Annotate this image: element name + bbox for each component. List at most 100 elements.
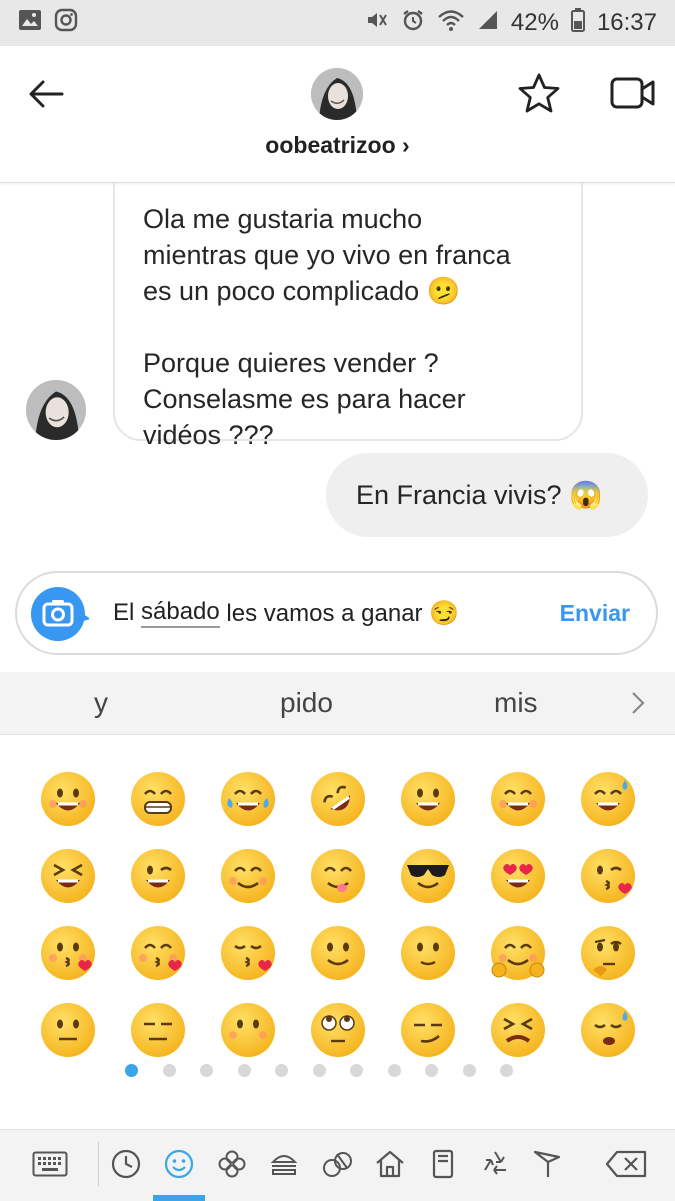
backspace-icon[interactable]	[604, 1146, 648, 1182]
page-indicator-dot[interactable]	[425, 1064, 438, 1077]
chevron-right-icon: ›	[402, 132, 410, 158]
input-text: El	[113, 599, 142, 626]
input-text-underlined: sábado	[141, 598, 220, 628]
suggestion-item[interactable]: y	[94, 672, 108, 734]
emoji-hugging[interactable]	[489, 924, 547, 982]
clock-icon[interactable]	[108, 1146, 144, 1182]
emoji-kissing[interactable]	[39, 924, 97, 982]
emoji-persevere[interactable]	[489, 1001, 547, 1059]
page-indicator-dot[interactable]	[125, 1064, 138, 1077]
clock-time: 16:37	[596, 9, 657, 36]
page-indicator-dot[interactable]	[237, 1064, 251, 1077]
message-input[interactable]: El sábado les vamos a ganar 😏	[113, 573, 459, 653]
emoji-keyboard: y pido mis	[0, 672, 675, 1201]
keyboard-icon[interactable]	[30, 1146, 70, 1182]
emoji-neutral[interactable]	[39, 1001, 97, 1059]
outgoing-message-text: En Francia vivis? 😱	[356, 480, 603, 510]
message-line: vidéos ???	[143, 420, 274, 450]
camera-icon	[30, 587, 91, 641]
chat-username[interactable]: oobeatrizoo ›	[0, 132, 675, 159]
emoji-laughing[interactable]	[39, 847, 97, 905]
message-line: Ola me gustaria mucho	[143, 204, 423, 234]
mute-icon	[365, 8, 389, 39]
suggestion-item[interactable]: mis	[494, 672, 538, 734]
emoji-smile[interactable]	[489, 770, 547, 828]
page-indicator-dot[interactable]	[312, 1064, 326, 1077]
video-call-button[interactable]	[608, 68, 658, 118]
emoji-expressionless[interactable]	[129, 1001, 187, 1059]
wifi-icon	[437, 8, 465, 39]
emoji-smiley-plain[interactable]	[399, 924, 457, 982]
battery-icon	[570, 7, 585, 39]
house-icon[interactable]	[372, 1146, 408, 1182]
input-text: les vamos a ganar 😏	[219, 599, 460, 627]
camera-button[interactable]	[27, 583, 91, 645]
suggestion-item[interactable]: pido	[280, 672, 333, 734]
emoji-sweat-smile[interactable]	[579, 770, 637, 828]
favorite-button[interactable]	[514, 68, 564, 118]
star-icon	[518, 73, 560, 113]
emoji-grin[interactable]	[129, 770, 187, 828]
emoji-slight-smile[interactable]	[309, 924, 367, 982]
emoji-kissing-smiling[interactable]	[129, 924, 187, 982]
book-icon[interactable]	[425, 1146, 461, 1182]
instagram-icon	[54, 8, 78, 39]
emoji-rolling-eyes[interactable]	[309, 1001, 367, 1059]
message-line: Conselasme es para hacer	[143, 384, 466, 414]
sender-avatar[interactable]	[26, 380, 86, 440]
page-indicator-dot[interactable]	[275, 1064, 288, 1077]
chevron-right-icon[interactable]	[630, 672, 646, 734]
page-indicator-dot[interactable]	[462, 1064, 476, 1077]
emoji-thinking[interactable]	[579, 924, 637, 982]
arrow-left-icon	[29, 80, 64, 108]
emoji-heart-eyes[interactable]	[489, 847, 547, 905]
emoji-no-mouth[interactable]	[219, 1001, 277, 1059]
page-indicator-dot[interactable]	[387, 1064, 401, 1077]
page-indicator-dot[interactable]	[500, 1064, 513, 1077]
emoji-blush[interactable]	[219, 847, 277, 905]
message-thread[interactable]: Ola me gustaria mucho mientras que yo vi…	[0, 183, 675, 567]
chat-header: oobeatrizoo ›	[0, 46, 675, 183]
toolbar-divider	[98, 1142, 99, 1186]
emoji-kissing-heart[interactable]	[579, 847, 637, 905]
battery-level: 42%	[510, 9, 559, 36]
emoji-disappointed-relieved[interactable]	[579, 1001, 637, 1059]
alarm-icon	[401, 8, 425, 39]
message-line: Porque quieres vender ?	[143, 348, 439, 378]
gallery-icon	[18, 9, 42, 38]
message-line: mientras que yo vivo en franca	[143, 240, 511, 270]
message-line: es un poco complicado 🫤	[143, 276, 461, 306]
emoji-joy[interactable]	[219, 770, 277, 828]
username-text: oobeatrizoo	[265, 132, 396, 158]
video-camera-icon	[610, 77, 655, 109]
food-icon[interactable]	[266, 1146, 302, 1182]
active-tab-indicator	[153, 1195, 205, 1201]
emoji-kissing-closed[interactable]	[219, 924, 277, 982]
status-bar: 42% 16:37	[0, 0, 675, 46]
signal-icon	[477, 9, 499, 38]
emoji-sunglasses[interactable]	[399, 847, 457, 905]
back-button[interactable]	[22, 70, 70, 118]
flag-icon[interactable]	[529, 1146, 565, 1182]
send-button[interactable]: Enviar	[560, 573, 630, 653]
keyboard-toolbar	[0, 1129, 675, 1201]
ball-icon[interactable]	[319, 1146, 355, 1182]
message-composer[interactable]: El sábado les vamos a ganar 😏 Enviar	[15, 571, 658, 655]
smiley-icon[interactable]	[161, 1146, 197, 1182]
message-line-blank	[143, 309, 553, 345]
emoji-grinning[interactable]	[39, 770, 97, 828]
header-avatar[interactable]	[311, 68, 363, 120]
outgoing-message[interactable]: En Francia vivis? 😱	[326, 453, 648, 537]
emoji-grid	[0, 734, 675, 1130]
page-indicator-dot[interactable]	[162, 1064, 176, 1077]
emoji-smirk[interactable]	[399, 1001, 457, 1059]
page-indicator-dot[interactable]	[350, 1064, 363, 1077]
flower-icon[interactable]	[214, 1146, 250, 1182]
page-indicator-dot[interactable]	[200, 1064, 213, 1077]
emoji-yum[interactable]	[309, 847, 367, 905]
incoming-message[interactable]: Ola me gustaria mucho mientras que yo vi…	[113, 183, 583, 450]
emoji-smiley[interactable]	[399, 770, 457, 828]
emoji-wink[interactable]	[129, 847, 187, 905]
emoji-rofl[interactable]	[309, 770, 367, 828]
recycle-icon[interactable]	[477, 1146, 513, 1182]
